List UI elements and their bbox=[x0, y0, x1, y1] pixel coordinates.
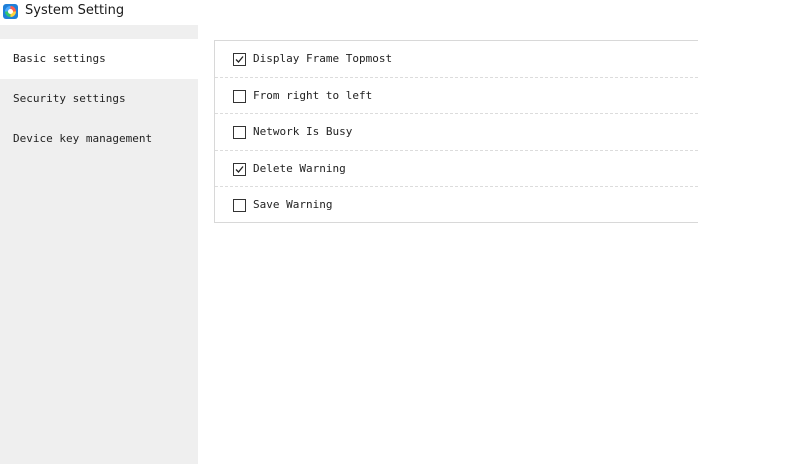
app-logo-icon bbox=[3, 4, 18, 19]
checkbox-save-warning[interactable] bbox=[233, 199, 246, 213]
checkbox-delete-warning[interactable] bbox=[233, 162, 246, 176]
title-bar: System Setting bbox=[0, 0, 800, 25]
window-title: System Setting bbox=[25, 3, 125, 18]
sidebar-item-label: Security settings bbox=[13, 92, 126, 105]
basic-settings-panel: Display Frame Topmost From right to left… bbox=[214, 40, 698, 223]
option-network-is-busy[interactable]: Network Is Busy bbox=[215, 114, 698, 151]
sidebar-item-basic-settings[interactable]: Basic settings bbox=[0, 39, 198, 79]
option-label: Save Warning bbox=[253, 198, 333, 212]
sidebar-item-device-key-management[interactable]: Device key management bbox=[0, 119, 198, 159]
checkmark-icon bbox=[235, 165, 244, 173]
option-label: Display Frame Topmost bbox=[253, 52, 393, 65]
checkmark-icon bbox=[235, 56, 244, 63]
checkbox-display-frame-topmost[interactable] bbox=[233, 53, 246, 66]
sidebar-top-spacer bbox=[0, 25, 198, 39]
option-display-frame-topmost[interactable]: Display Frame Topmost bbox=[215, 41, 698, 78]
option-label: Delete Warning bbox=[253, 161, 346, 175]
option-label: Network Is Busy bbox=[253, 125, 353, 139]
option-from-right-to-left[interactable]: From right to left bbox=[215, 78, 698, 115]
sidebar-item-label: Basic settings bbox=[13, 52, 106, 65]
option-save-warning[interactable]: Save Warning bbox=[215, 187, 698, 224]
sidebar-item-security-settings[interactable]: Security settings bbox=[0, 79, 198, 119]
option-label: From right to left bbox=[253, 88, 373, 102]
checkbox-network-is-busy[interactable] bbox=[233, 126, 246, 140]
checkbox-from-right-to-left[interactable] bbox=[233, 89, 246, 103]
sidebar: Basic settings Security settings Device … bbox=[0, 25, 198, 464]
sidebar-item-label: Device key management bbox=[13, 132, 153, 145]
option-delete-warning[interactable]: Delete Warning bbox=[215, 151, 698, 188]
